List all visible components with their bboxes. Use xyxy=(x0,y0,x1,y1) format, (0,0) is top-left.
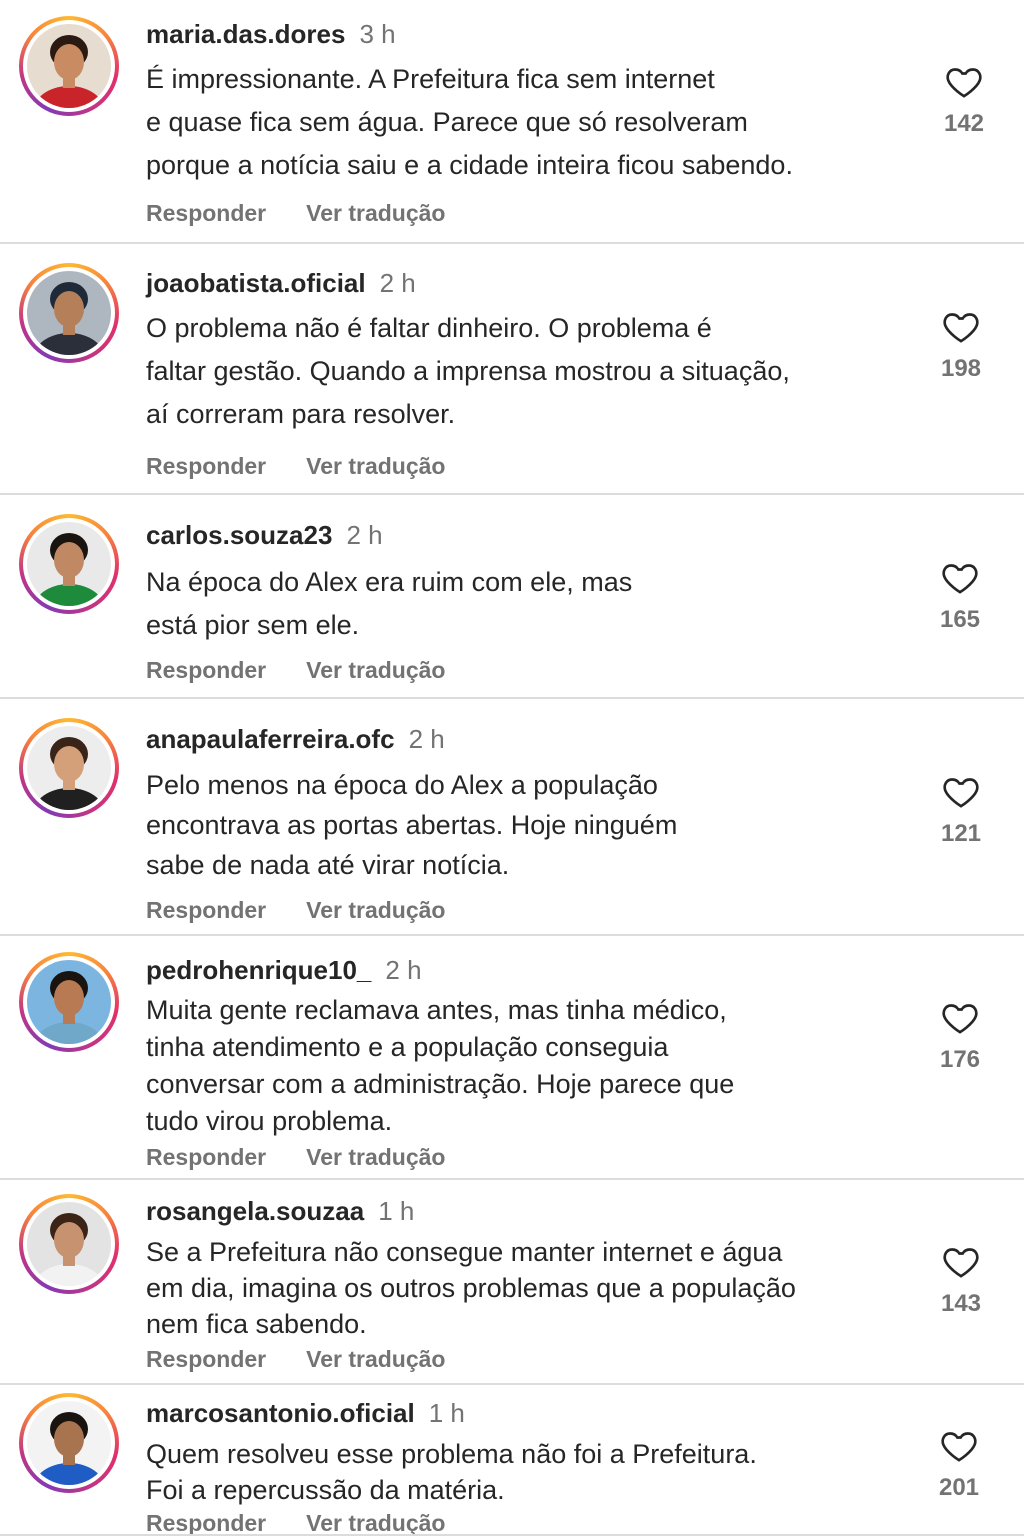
username[interactable]: pedrohenrique10_ xyxy=(146,955,371,985)
comment-list: maria.das.dores 3 h É impressionante. A Pr… xyxy=(0,0,1024,1536)
comment-text: Quem resolveu esse problema não foi a Pr… xyxy=(146,1436,916,1508)
timestamp: 2 h xyxy=(346,520,383,550)
comment-text-line: Muita gente reclamava antes, mas tinha m… xyxy=(146,995,727,1025)
reply-button[interactable]: Responder xyxy=(146,657,266,683)
like-count: 142 xyxy=(943,110,985,137)
comment-text-line: encontrava as portas abertas. Hoje ningu… xyxy=(146,810,678,840)
heart-icon[interactable] xyxy=(940,558,980,598)
reply-button[interactable]: Responder xyxy=(146,1144,266,1170)
comment-text-line: Se a Prefeitura não consegue manter inte… xyxy=(146,1237,783,1267)
heart-icon[interactable] xyxy=(941,772,981,812)
avatar[interactable] xyxy=(19,1393,119,1493)
comment-text-line: e quase fica sem água. Parece que só res… xyxy=(146,107,748,137)
comment-text-line: É impressionante. A Prefeitura fica sem … xyxy=(146,64,715,94)
like-count: 165 xyxy=(939,606,981,633)
like-count: 143 xyxy=(940,1290,982,1317)
comment-text: O problema não é faltar dinheiro. O prob… xyxy=(146,307,916,436)
see-translation-button[interactable]: Ver tradução xyxy=(306,1144,445,1170)
see-translation-button[interactable]: Ver tradução xyxy=(306,200,445,226)
comment-text-line: em dia, imagina os outros problemas que … xyxy=(146,1273,796,1303)
reply-button[interactable]: Responder xyxy=(146,1346,266,1372)
username[interactable]: joaobatista.oficial xyxy=(146,268,366,298)
comment-text-line: faltar gestão. Quando a imprensa mostrou… xyxy=(146,356,790,386)
see-translation-button[interactable]: Ver tradução xyxy=(306,1346,445,1372)
comment-text-line: Quem resolveu esse problema não foi a Pr… xyxy=(146,1439,757,1469)
comment-text: Muita gente reclamava antes, mas tinha m… xyxy=(146,992,916,1140)
profile-photo xyxy=(27,522,111,606)
like-count: 176 xyxy=(939,1046,981,1073)
comment-text-line: conversar com a administração. Hoje pare… xyxy=(146,1069,735,1099)
avatar[interactable] xyxy=(19,952,119,1052)
comment-text-line: Pelo menos na época do Alex a população xyxy=(146,770,658,800)
comment-text-line: nem fica sabendo. xyxy=(146,1309,367,1339)
reply-button[interactable]: Responder xyxy=(146,897,266,923)
timestamp: 2 h xyxy=(385,955,422,985)
comment-text-line: está pior sem ele. xyxy=(146,610,360,640)
timestamp: 3 h xyxy=(359,19,396,49)
comment-item: carlos.souza23 2 h Na época do Alex era ru… xyxy=(0,495,1024,699)
comment-text-line: Na época do Alex era ruim com ele, mas xyxy=(146,567,633,597)
avatar[interactable] xyxy=(19,1194,119,1294)
heart-icon[interactable] xyxy=(941,307,981,347)
see-translation-button[interactable]: Ver tradução xyxy=(306,453,445,479)
comment-text: Na época do Alex era ruim com ele, mas es… xyxy=(146,561,916,647)
avatar[interactable] xyxy=(19,16,119,116)
profile-photo xyxy=(27,271,111,355)
see-translation-button[interactable]: Ver tradução xyxy=(306,1510,445,1536)
comment-text-line: sabe de nada até virar notícia. xyxy=(146,850,510,880)
comment-text: Pelo menos na época do Alex a população e… xyxy=(146,765,916,885)
reply-button[interactable]: Responder xyxy=(146,1510,266,1536)
like-count: 121 xyxy=(940,820,982,847)
comment-text-line: porque a notícia saiu e a cidade inteira… xyxy=(146,150,793,180)
comment-text-line: tinha atendimento e a população consegui… xyxy=(146,1032,669,1062)
profile-photo xyxy=(27,24,111,108)
comment-text-line: aí correram para resolver. xyxy=(146,399,456,429)
like-count: 198 xyxy=(940,355,982,382)
comment-item: maria.das.dores 3 h É impressionante. A Pr… xyxy=(0,0,1024,244)
profile-photo xyxy=(27,1401,111,1485)
comment-item: joaobatista.oficial 2 h O problema não é f… xyxy=(0,244,1024,495)
like-count: 201 xyxy=(938,1474,980,1501)
reply-button[interactable]: Responder xyxy=(146,453,266,479)
comment-text: É impressionante. A Prefeitura fica sem … xyxy=(146,58,916,187)
comment-text-line: tudo virou problema. xyxy=(146,1106,393,1136)
profile-photo xyxy=(27,960,111,1044)
avatar[interactable] xyxy=(19,263,119,363)
timestamp: 1 h xyxy=(428,1398,465,1428)
heart-icon[interactable] xyxy=(944,62,984,102)
see-translation-button[interactable]: Ver tradução xyxy=(306,897,445,923)
comment-item: marcosantonio.oficial 1 h Quem resolveu es… xyxy=(0,1385,1024,1536)
avatar[interactable] xyxy=(19,718,119,818)
timestamp: 2 h xyxy=(379,268,416,298)
username[interactable]: marcosantonio.oficial xyxy=(146,1398,415,1428)
profile-photo xyxy=(27,1202,111,1286)
comment-item: anapaulaferreira.ofc 2 h Pelo menos na épo… xyxy=(0,699,1024,936)
username[interactable]: anapaulaferreira.ofc xyxy=(146,724,395,754)
username[interactable]: rosangela.souzaa xyxy=(146,1196,364,1226)
comment-text-line: O problema não é faltar dinheiro. O prob… xyxy=(146,313,712,343)
heart-icon[interactable] xyxy=(941,1242,981,1282)
heart-icon[interactable] xyxy=(939,1426,979,1466)
username[interactable]: carlos.souza23 xyxy=(146,520,332,550)
avatar[interactable] xyxy=(19,514,119,614)
comment-text-line: Foi a repercussão da matéria. xyxy=(146,1475,505,1505)
timestamp: 1 h xyxy=(378,1196,415,1226)
comment-item: rosangela.souzaa 1 h Se a Prefeitura não c… xyxy=(0,1180,1024,1385)
heart-icon[interactable] xyxy=(940,998,980,1038)
profile-photo xyxy=(27,726,111,810)
reply-button[interactable]: Responder xyxy=(146,200,266,226)
comment-text: Se a Prefeitura não consegue manter inte… xyxy=(146,1234,916,1342)
see-translation-button[interactable]: Ver tradução xyxy=(306,657,445,683)
comment-item: pedrohenrique10_ 2 h Muita gente reclamava… xyxy=(0,936,1024,1180)
username[interactable]: maria.das.dores xyxy=(146,19,345,49)
timestamp: 2 h xyxy=(408,724,445,754)
